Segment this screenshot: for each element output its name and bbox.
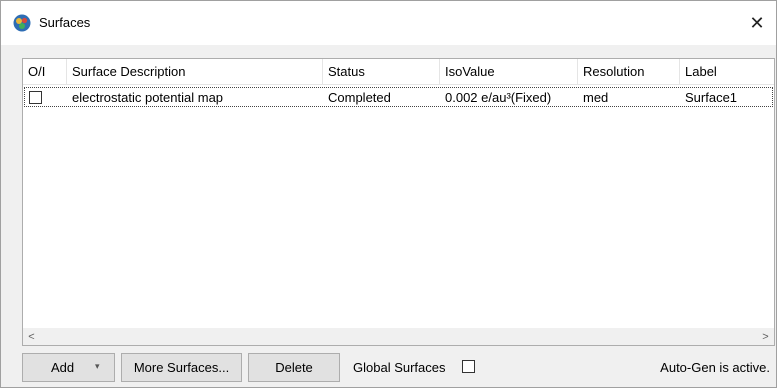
horizontal-scrollbar[interactable]: < > (23, 328, 774, 345)
global-surfaces-checkbox[interactable] (462, 360, 475, 373)
row-isovalue: 0.002 e/au³(Fixed) (445, 90, 552, 105)
app-logo-icon (13, 14, 31, 32)
scroll-right-icon[interactable]: > (757, 328, 774, 345)
surfaces-table: O/I Surface Description Status IsoValue … (22, 58, 775, 346)
scroll-left-icon[interactable]: < (23, 328, 40, 345)
column-header-description[interactable]: Surface Description (67, 59, 323, 84)
column-header-isovalue[interactable]: IsoValue (440, 59, 578, 84)
surfaces-dialog: Surfaces ✕ O/I Surface Description Statu… (0, 0, 777, 388)
add-button[interactable]: Add ▾ (22, 353, 115, 382)
table-row[interactable]: electrostatic potential map Completed 0.… (24, 87, 773, 107)
auto-gen-status: Auto-Gen is active. (660, 360, 770, 375)
delete-button[interactable]: Delete (248, 353, 340, 382)
window-title: Surfaces (39, 15, 91, 30)
column-header-resolution[interactable]: Resolution (578, 59, 680, 84)
title-bar: Surfaces ✕ (1, 1, 776, 45)
row-resolution: med (583, 90, 609, 105)
column-header-status[interactable]: Status (323, 59, 440, 84)
table-header: O/I Surface Description Status IsoValue … (23, 59, 774, 85)
close-icon: ✕ (749, 12, 765, 33)
add-button-label: Add (51, 360, 75, 375)
more-surfaces-button[interactable]: More Surfaces... (121, 353, 242, 382)
column-header-label[interactable]: Label (680, 59, 774, 84)
global-surfaces-label: Global Surfaces (353, 360, 446, 375)
row-visibility-checkbox[interactable] (29, 91, 42, 104)
row-status: Completed (328, 90, 391, 105)
scroll-track[interactable] (40, 328, 757, 345)
close-button[interactable]: ✕ (742, 9, 772, 37)
row-description: electrostatic potential map (72, 90, 224, 105)
row-label: Surface1 (685, 90, 738, 105)
chevron-down-icon[interactable]: ▾ (95, 361, 100, 372)
column-header-oi[interactable]: O/I (23, 59, 67, 84)
